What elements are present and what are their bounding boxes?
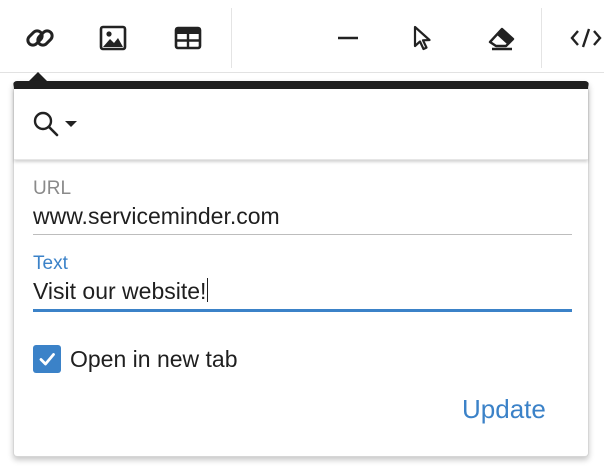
caret-down-icon xyxy=(65,121,77,127)
code-icon xyxy=(570,28,602,48)
open-in-new-tab-label[interactable]: Open in new tab xyxy=(70,346,238,373)
url-label: URL xyxy=(33,178,72,199)
checkmark-icon xyxy=(39,353,55,366)
toolbar-divider xyxy=(231,8,232,68)
text-field-value: Visit our website! xyxy=(33,278,207,304)
cursor-button[interactable] xyxy=(398,14,446,62)
table-button[interactable] xyxy=(164,14,212,62)
clear-format-button[interactable] xyxy=(477,14,525,62)
text-field[interactable]: Visit our website! xyxy=(33,278,209,305)
cursor-pointer-icon xyxy=(413,25,431,51)
url-field[interactable]: www.serviceminder.com xyxy=(33,203,280,230)
image-icon xyxy=(99,25,127,51)
link-icon xyxy=(26,29,54,47)
horizontal-rule-icon xyxy=(338,36,358,40)
horizontal-rule-button[interactable] xyxy=(324,14,372,62)
text-field-underline xyxy=(33,309,572,312)
editor-toolbar xyxy=(0,0,604,73)
search-row xyxy=(14,89,588,160)
search-type-dropdown[interactable] xyxy=(32,107,88,141)
text-label: Text xyxy=(33,253,68,274)
url-field-underline xyxy=(33,234,572,235)
toolbar-divider xyxy=(541,8,542,68)
update-button[interactable]: Update xyxy=(454,389,554,429)
link-popover: URL www.serviceminder.com Text Visit our… xyxy=(13,81,589,457)
link-button[interactable] xyxy=(16,14,64,62)
eraser-icon xyxy=(488,27,515,51)
table-icon xyxy=(174,26,202,50)
image-button[interactable] xyxy=(89,14,137,62)
open-in-new-tab-checkbox[interactable] xyxy=(33,345,61,373)
text-cursor xyxy=(207,278,209,302)
code-view-button[interactable] xyxy=(562,14,604,62)
search-icon xyxy=(33,111,59,137)
